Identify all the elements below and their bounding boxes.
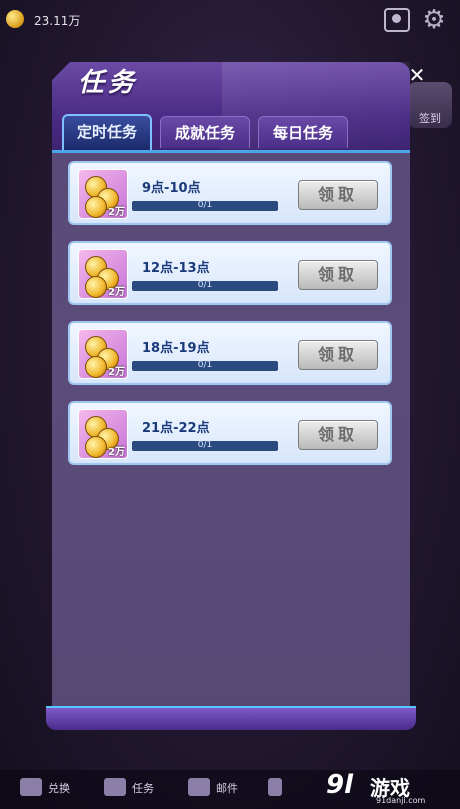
progress-bar: 0/1 — [132, 360, 278, 371]
reward-amount: 2万 — [108, 207, 125, 218]
task-card: 2万 21点-22点 0/1 领取 — [68, 401, 392, 465]
gear-icon[interactable]: ⚙ — [420, 6, 448, 34]
top-bar: 23.11万 ⚙ — [0, 0, 460, 40]
task-title: 21点-22点 — [142, 421, 210, 436]
task-title: 9点-10点 — [142, 181, 201, 196]
coin-icon — [85, 356, 107, 378]
nav-task[interactable]: 任务 — [132, 780, 154, 796]
progress-text: 0/1 — [197, 200, 213, 210]
coin-icon — [85, 436, 107, 458]
coin-icon — [6, 10, 24, 28]
task-card: 2万 18点-19点 0/1 领取 — [68, 321, 392, 385]
reward-icon: 2万 — [78, 249, 128, 299]
reward-amount: 2万 — [108, 367, 125, 378]
tab-timed-tasks[interactable]: 定时任务 — [62, 114, 152, 150]
tab-achievement-tasks[interactable]: 成就任务 — [160, 116, 250, 148]
tab-daily-tasks[interactable]: 每日任务 — [258, 116, 348, 148]
panel-body: 9l游戏 91danji.com 2万 9点-10点 0/1 领取 2 — [52, 150, 410, 724]
nav-exchange[interactable]: 兑换 — [48, 780, 70, 796]
watermark: 9l 游戏 91danji.com — [326, 770, 456, 806]
coin-icon — [85, 196, 107, 218]
reward-amount: 2万 — [108, 447, 125, 458]
reward-icon: 2万 — [78, 409, 128, 459]
progress-bar: 0/1 — [132, 200, 278, 211]
panel-footer — [46, 706, 416, 730]
coin-icon — [85, 276, 107, 298]
claim-button[interactable]: 领取 — [298, 340, 378, 370]
watermark-url: 91danji.com — [376, 796, 426, 805]
progress-bar: 0/1 — [132, 280, 278, 291]
reward-icon: 2万 — [78, 329, 128, 379]
reward-amount: 2万 — [108, 287, 125, 298]
task-card: 2万 12点-13点 0/1 领取 — [68, 241, 392, 305]
mail-icon[interactable] — [188, 778, 210, 796]
sign-in-label: 签到 — [419, 112, 441, 125]
claim-button[interactable]: 领取 — [298, 260, 378, 290]
close-icon[interactable]: ✕ — [406, 64, 428, 86]
exchange-icon[interactable] — [20, 778, 42, 796]
task-title: 18点-19点 — [142, 341, 210, 356]
progress-text: 0/1 — [197, 360, 213, 370]
nav-mail[interactable]: 邮件 — [216, 780, 238, 796]
coin-balance: 23.11万 — [34, 14, 81, 28]
panel-title: 任务 — [78, 68, 139, 98]
progress-text: 0/1 — [197, 280, 213, 290]
task-card: 2万 9点-10点 0/1 领取 — [68, 161, 392, 225]
profile-icon[interactable] — [384, 8, 410, 32]
task-title: 12点-13点 — [142, 261, 210, 276]
watermark-logo: 9l — [326, 770, 354, 800]
progress-text: 0/1 — [197, 440, 213, 450]
claim-button[interactable]: 领取 — [298, 420, 378, 450]
tab-bar: 定时任务 成就任务 每日任务 — [62, 114, 402, 150]
claim-button[interactable]: 领取 — [298, 180, 378, 210]
reward-icon: 2万 — [78, 169, 128, 219]
task-panel: 任务 ✕ 定时任务 成就任务 每日任务 9l游戏 91danji.com 2万 … — [46, 62, 425, 730]
progress-bar: 0/1 — [132, 440, 278, 451]
task-icon[interactable] — [104, 778, 126, 796]
speaker-icon[interactable] — [268, 778, 282, 796]
